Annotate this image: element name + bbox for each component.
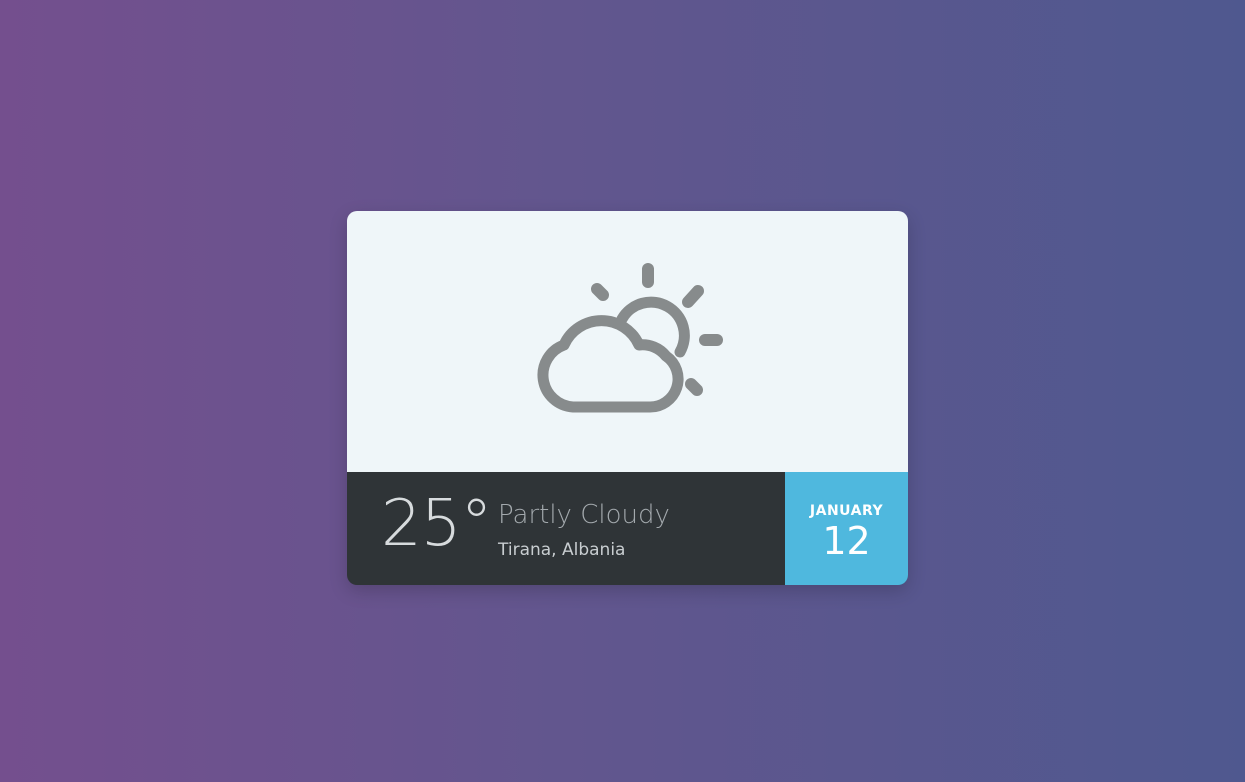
date-day: 12: [822, 519, 871, 563]
temperature: 25°: [381, 487, 492, 561]
weather-info-panel: 25° Partly Cloudy Tirana, Albania JANUAR…: [347, 472, 908, 585]
date-badge: JANUARY 12: [785, 472, 908, 585]
weather-card: 25° Partly Cloudy Tirana, Albania JANUAR…: [347, 211, 908, 585]
partly-cloudy-icon: [537, 263, 723, 413]
date-month: JANUARY: [809, 503, 884, 519]
weather-condition: Partly Cloudy: [498, 500, 670, 530]
weather-icon-panel: [347, 211, 908, 472]
location-label: Tirana, Albania: [498, 540, 626, 560]
